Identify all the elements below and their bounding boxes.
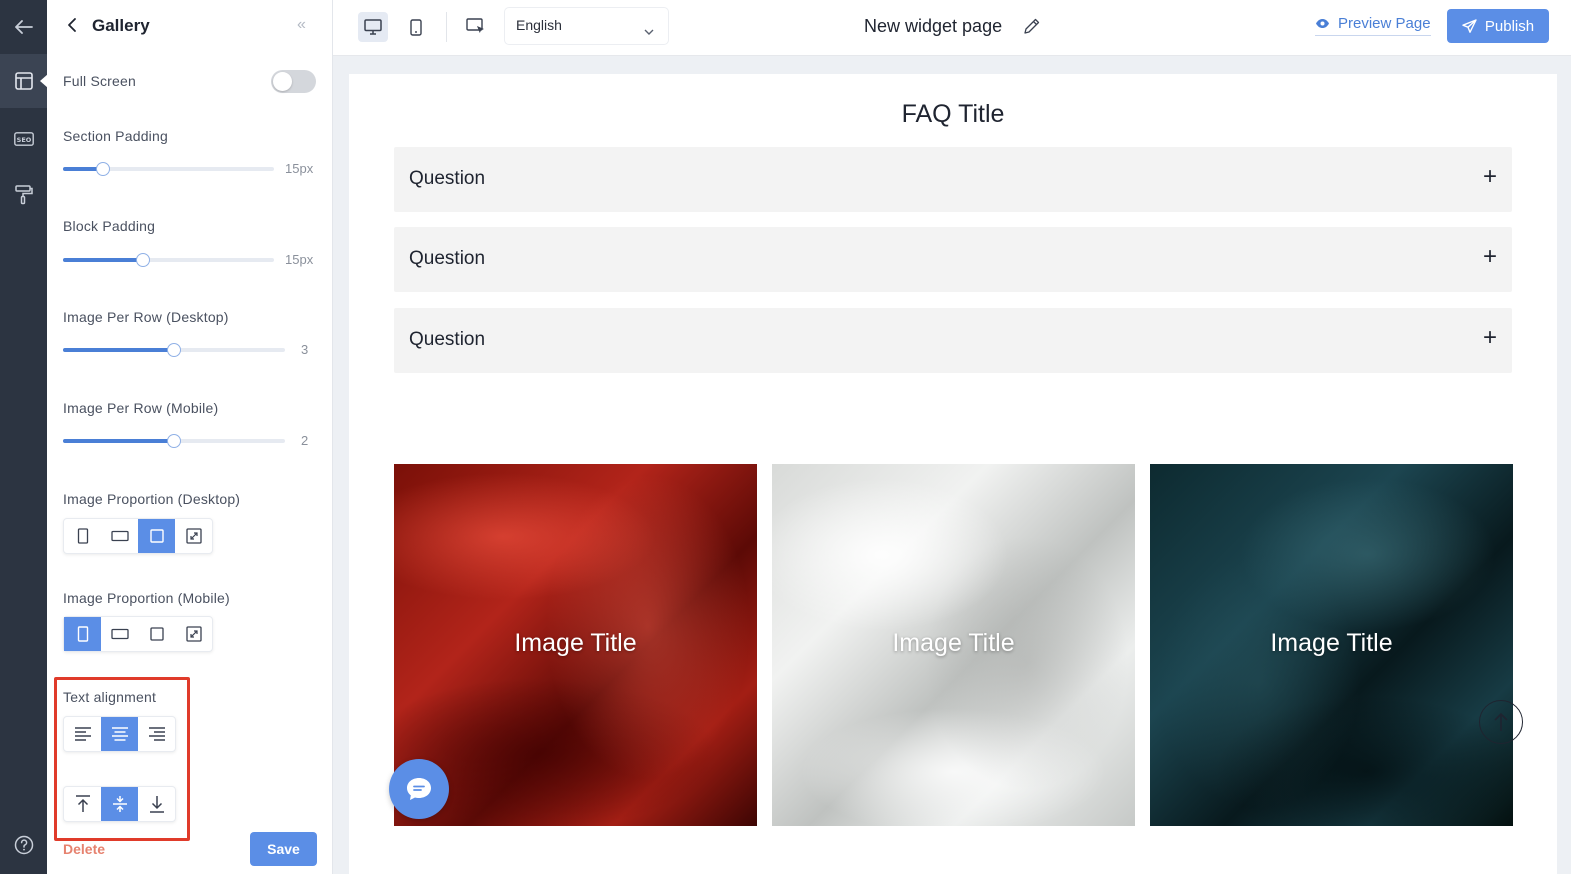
language-value: English <box>516 17 562 33</box>
image-proportion-desktop-group <box>63 518 213 554</box>
eye-icon <box>1316 19 1329 28</box>
portrait-option[interactable] <box>64 519 101 553</box>
scroll-to-top-button[interactable] <box>1479 700 1523 744</box>
toggle-knob <box>273 72 292 91</box>
left-rail: SEO <box>0 0 48 874</box>
image-title: Image Title <box>514 629 637 657</box>
paint-roller-icon[interactable] <box>0 168 47 222</box>
slider-fill <box>63 258 144 262</box>
top-bar: English New widget page Preview Page Pub… <box>333 0 1571 56</box>
faq-item[interactable]: Question + <box>394 308 1512 373</box>
paper-plane-icon <box>1462 18 1477 33</box>
image-per-row-desktop-label: Image Per Row (Desktop) <box>63 309 229 325</box>
image-title: Image Title <box>892 629 1015 657</box>
square-option[interactable] <box>138 519 175 553</box>
section-padding-value: 15px <box>285 161 314 176</box>
landscape-icon <box>110 628 129 640</box>
gallery-image[interactable]: Image Title <box>772 464 1135 826</box>
section-padding-label: Section Padding <box>63 128 168 144</box>
delete-button[interactable]: Delete <box>63 841 105 857</box>
image-proportion-desktop-label: Image Proportion (Desktop) <box>63 491 241 507</box>
page-preview: FAQ Title Question + Question + Question… <box>349 74 1557 874</box>
chat-icon <box>407 778 431 800</box>
chevron-down-icon <box>644 22 654 40</box>
slider-thumb[interactable] <box>167 343 181 357</box>
arrow-up-icon <box>1494 712 1508 731</box>
preview-page-link[interactable]: Preview Page <box>1315 15 1431 36</box>
help-icon[interactable] <box>0 818 47 872</box>
image-per-row-desktop-value: 3 <box>301 342 309 357</box>
cursor-select-icon <box>466 18 484 33</box>
faq-question: Question <box>409 329 486 350</box>
faq-item[interactable]: Question + <box>394 147 1512 212</box>
language-select[interactable]: English <box>505 8 668 44</box>
full-screen-toggle[interactable] <box>271 70 316 93</box>
slider-thumb[interactable] <box>136 253 151 267</box>
seo-icon[interactable]: SEO <box>0 112 47 166</box>
image-per-row-mobile-slider[interactable] <box>63 434 285 448</box>
topbar-divider <box>446 12 447 42</box>
publish-button[interactable]: Publish <box>1447 9 1549 43</box>
preview-page-label: Preview Page <box>1338 15 1431 32</box>
portrait-option[interactable] <box>64 617 101 651</box>
desktop-icon <box>364 19 382 35</box>
original-option[interactable] <box>175 617 212 651</box>
expand-icon <box>185 626 202 642</box>
seo-icon-text: SEO <box>16 136 31 144</box>
portrait-icon <box>77 626 88 642</box>
image-per-row-mobile-value: 2 <box>301 433 309 448</box>
image-per-row-mobile-label: Image Per Row (Mobile) <box>63 400 219 416</box>
landscape-icon <box>110 530 129 542</box>
portrait-icon <box>77 528 88 544</box>
slider-thumb[interactable] <box>167 434 181 448</box>
publish-label: Publish <box>1484 17 1535 35</box>
landscape-option[interactable] <box>101 617 138 651</box>
collapse-panel-icon[interactable]: « <box>297 16 306 34</box>
landscape-option[interactable] <box>101 519 138 553</box>
page-title: New widget page <box>864 16 1003 36</box>
plus-icon[interactable]: + <box>1483 326 1497 350</box>
slider-fill <box>63 439 174 443</box>
settings-panel: Gallery « Full Screen Section Padding 15… <box>47 0 333 874</box>
desktop-view-button[interactable] <box>358 12 388 42</box>
image-proportion-mobile-label: Image Proportion (Mobile) <box>63 590 230 606</box>
expand-icon <box>185 528 202 544</box>
chevron-left-icon[interactable] <box>67 17 77 38</box>
chat-button[interactable] <box>389 759 449 819</box>
gallery-image[interactable]: Image Title <box>1150 464 1513 826</box>
square-option[interactable] <box>138 617 175 651</box>
mobile-view-button[interactable] <box>401 12 431 42</box>
panel-header: Gallery « <box>47 0 333 52</box>
layout-icon[interactable] <box>0 54 48 108</box>
full-screen-label: Full Screen <box>63 73 137 89</box>
block-padding-slider[interactable] <box>63 253 274 267</box>
text-alignment-highlight-box <box>54 677 190 841</box>
section-padding-slider[interactable] <box>63 162 274 176</box>
mobile-icon <box>410 18 422 36</box>
original-option[interactable] <box>175 519 212 553</box>
gallery-image[interactable]: Image Title <box>394 464 757 826</box>
faq-item[interactable]: Question + <box>394 227 1512 292</box>
faq-title[interactable]: FAQ Title <box>349 100 1557 129</box>
select-element-button[interactable] <box>461 12 491 42</box>
slider-fill <box>63 348 174 352</box>
image-proportion-mobile-group <box>63 616 213 652</box>
square-icon <box>149 627 164 641</box>
faq-question: Question <box>409 168 486 189</box>
slider-thumb[interactable] <box>96 162 111 176</box>
panel-title: Gallery <box>92 16 150 35</box>
save-button[interactable]: Save <box>250 832 317 866</box>
faq-question: Question <box>409 248 486 269</box>
plus-icon[interactable]: + <box>1483 165 1497 189</box>
image-title: Image Title <box>1270 629 1393 657</box>
square-icon <box>149 529 164 543</box>
block-padding-value: 15px <box>285 252 314 267</box>
back-arrow-icon[interactable] <box>0 0 47 54</box>
image-per-row-desktop-slider[interactable] <box>63 343 285 357</box>
pencil-icon[interactable] <box>1023 17 1041 40</box>
block-padding-label: Block Padding <box>63 218 156 234</box>
plus-icon[interactable]: + <box>1483 245 1497 269</box>
